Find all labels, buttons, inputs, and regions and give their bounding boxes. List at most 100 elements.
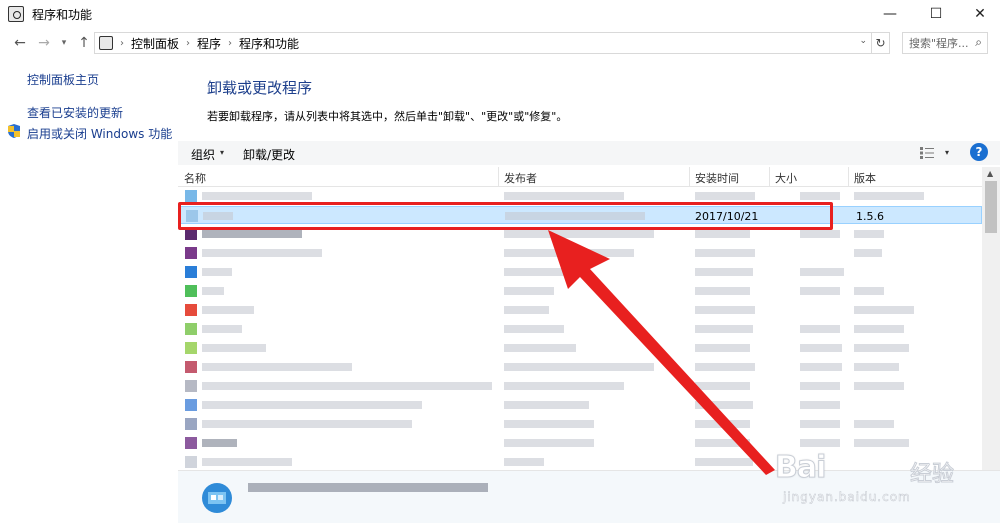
- blurred-text: [800, 439, 840, 447]
- app-icon: [185, 266, 197, 278]
- red-arrow-icon: [548, 230, 775, 475]
- breadcrumb-separator: ›: [120, 37, 124, 49]
- blurred-text: [202, 363, 352, 371]
- breadcrumb-control-panel[interactable]: 控制面板: [131, 35, 179, 52]
- page-description: 若要卸载程序，请从列表中将其选中，然后单击"卸载"、"更改"或"修复"。: [207, 110, 568, 123]
- blurred-text: [854, 363, 899, 371]
- blurred-text: [202, 287, 224, 295]
- shield-icon: [8, 124, 20, 138]
- up-arrow-icon[interactable]: ↑: [74, 33, 94, 53]
- uninstall-change-button[interactable]: 卸载/更改: [243, 146, 295, 163]
- blurred-text: [854, 439, 909, 447]
- column-divider[interactable]: [848, 167, 849, 187]
- blurred-text: [695, 192, 755, 200]
- app-icon: [185, 247, 197, 259]
- blurred-text: [800, 325, 840, 333]
- app-icon: [185, 437, 197, 449]
- maximize-button[interactable]: ☐: [913, 0, 959, 28]
- breadcrumb-programs-features[interactable]: 程序和功能: [239, 35, 299, 52]
- organize-button[interactable]: 组织: [191, 146, 215, 163]
- blurred-text: [854, 192, 924, 200]
- close-button[interactable]: ✕: [957, 0, 1000, 28]
- baidu-logo: Bai: [774, 450, 826, 486]
- sidebar-item-windows-features[interactable]: 启用或关闭 Windows 功能: [27, 125, 172, 142]
- column-header-install-date[interactable]: 安装时间: [695, 170, 739, 186]
- minimize-button[interactable]: —: [867, 0, 913, 28]
- blurred-text: [800, 363, 842, 371]
- control-panel-icon: [8, 6, 24, 22]
- blurred-text: [202, 420, 412, 428]
- column-divider[interactable]: [769, 167, 770, 187]
- address-bar[interactable]: › 控制面板 › 程序 › 程序和功能 ⌄: [94, 32, 872, 54]
- breadcrumb-separator[interactable]: ›: [186, 38, 190, 49]
- column-header-size[interactable]: 大小: [775, 170, 797, 186]
- watermark-text: 经验: [909, 462, 955, 488]
- back-arrow-icon[interactable]: ←: [10, 33, 30, 53]
- app-icon: [185, 361, 197, 373]
- blurred-text: [854, 420, 894, 428]
- blurred-text: [800, 382, 840, 390]
- vertical-scrollbar[interactable]: ▲: [982, 167, 1000, 470]
- search-input[interactable]: 搜索"程序... ⌕: [902, 32, 988, 54]
- column-divider[interactable]: [498, 167, 499, 187]
- column-divider[interactable]: [689, 167, 690, 187]
- blurred-text: [800, 287, 840, 295]
- sidebar-item-control-panel-home[interactable]: 控制面板主页: [27, 71, 99, 88]
- column-header-version[interactable]: 版本: [854, 170, 876, 186]
- chevron-down-icon[interactable]: ▾: [945, 148, 949, 157]
- version-cell: 1.5.6: [856, 210, 884, 223]
- blurred-text: [202, 268, 232, 276]
- list-header: 名称 发布者 安装时间 大小 版本: [178, 167, 982, 187]
- refresh-icon[interactable]: ↻: [872, 32, 890, 54]
- blurred-text: [854, 344, 909, 352]
- blurred-text: [202, 439, 237, 447]
- search-placeholder: 搜索"程序...: [909, 37, 969, 50]
- blurred-text: [202, 344, 266, 352]
- blurred-text: [800, 268, 844, 276]
- sidebar-item-installed-updates[interactable]: 查看已安装的更新: [27, 104, 123, 121]
- breadcrumb-programs[interactable]: 程序: [197, 35, 221, 52]
- blurred-text: [202, 306, 254, 314]
- scroll-thumb[interactable]: [985, 181, 997, 233]
- view-options-icon[interactable]: [920, 147, 934, 159]
- breadcrumb-separator[interactable]: ›: [228, 38, 232, 49]
- search-icon[interactable]: ⌕: [975, 35, 982, 50]
- sidebar: 控制面板主页 查看已安装的更新 启用或关闭 Windows 功能: [0, 58, 178, 523]
- chevron-down-icon[interactable]: ▾: [220, 148, 224, 157]
- title-bar: 程序和功能: [0, 0, 1000, 28]
- recent-locations-icon[interactable]: ▾: [54, 33, 74, 53]
- blurred-text: [202, 382, 492, 390]
- blurred-text: [504, 458, 544, 466]
- app-icon: [185, 380, 197, 392]
- blurred-text: [202, 458, 292, 466]
- blurred-text: [202, 249, 322, 257]
- forward-arrow-icon[interactable]: →: [34, 33, 54, 53]
- command-bar: 组织 ▾ 卸载/更改 ▾ ?: [178, 141, 1000, 165]
- blurred-text: [854, 382, 904, 390]
- watermark-url: jingyan.baidu.com: [783, 490, 911, 505]
- address-row: ← → ▾ ↑ › 控制面板 › 程序 › 程序和功能 ⌄ ↻ 搜索"程序...…: [0, 28, 1000, 58]
- blurred-text: [202, 325, 242, 333]
- blurred-text: [854, 287, 884, 295]
- blurred-text: [202, 401, 422, 409]
- window-title: 程序和功能: [32, 7, 93, 22]
- blurred-text: [800, 344, 842, 352]
- app-icon: [185, 456, 197, 468]
- blurred-text: [800, 420, 840, 428]
- chevron-down-icon[interactable]: ⌄: [859, 36, 867, 46]
- help-icon[interactable]: ?: [970, 143, 988, 161]
- control-panel-icon: [99, 36, 113, 50]
- blurred-text: [202, 230, 302, 238]
- blurred-text: [800, 230, 840, 238]
- column-header-name[interactable]: 名称: [184, 170, 206, 186]
- blurred-text: [202, 192, 312, 200]
- app-icon: [185, 399, 197, 411]
- app-icon: [185, 285, 197, 297]
- scroll-up-icon[interactable]: ▲: [987, 169, 993, 178]
- blurred-text: [854, 249, 882, 257]
- app-icon: [185, 418, 197, 430]
- column-header-publisher[interactable]: 发布者: [504, 170, 537, 186]
- blurred-text: [854, 230, 884, 238]
- blurred-text: [504, 192, 624, 200]
- page-title: 卸载或更改程序: [207, 79, 313, 97]
